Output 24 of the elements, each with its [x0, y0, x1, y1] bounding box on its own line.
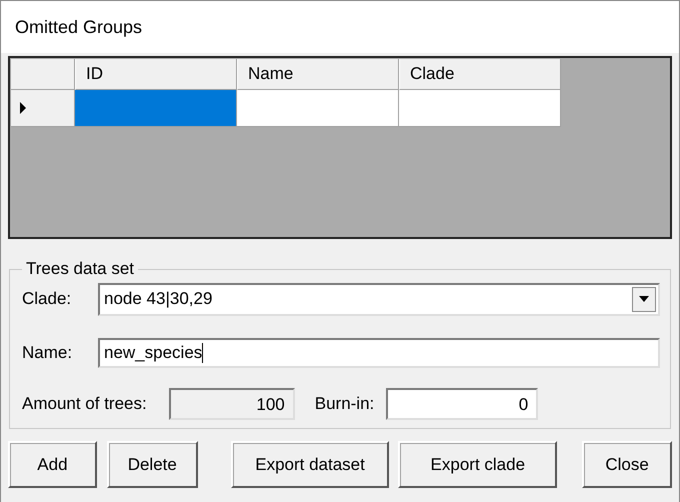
field-label: Burn-in:	[314, 394, 374, 414]
group-title: Trees data set	[25, 259, 136, 279]
dialog-button[interactable]: Close	[582, 441, 672, 488]
column-header[interactable]: Clade	[399, 59, 561, 90]
row-header[interactable]	[11, 90, 75, 127]
window-title: Omitted Groups	[15, 16, 142, 38]
dialog-button[interactable]: Export clade	[398, 441, 558, 488]
table-cell[interactable]	[75, 90, 237, 127]
corner-header	[11, 59, 75, 90]
clade-dropdown[interactable]: node 43|30,29	[98, 282, 660, 316]
name-field[interactable]: new_species	[98, 338, 660, 368]
table-cell[interactable]	[399, 90, 561, 127]
caret-icon	[639, 296, 649, 302]
dialog-button[interactable]: Delete	[106, 441, 198, 488]
field-label: Clade:	[22, 289, 72, 309]
field-label: Name:	[22, 343, 74, 363]
dialog-button[interactable]: Export dataset	[230, 441, 390, 488]
table-cell[interactable]	[237, 90, 399, 127]
burn-in-field[interactable]: 0	[386, 388, 538, 420]
dialog-button[interactable]: Add	[8, 441, 97, 488]
column-header[interactable]: ID	[75, 59, 237, 90]
dropdown-button[interactable]	[632, 286, 656, 312]
field-label: Amount of trees:	[22, 394, 147, 414]
column-header[interactable]: Name	[237, 59, 399, 90]
